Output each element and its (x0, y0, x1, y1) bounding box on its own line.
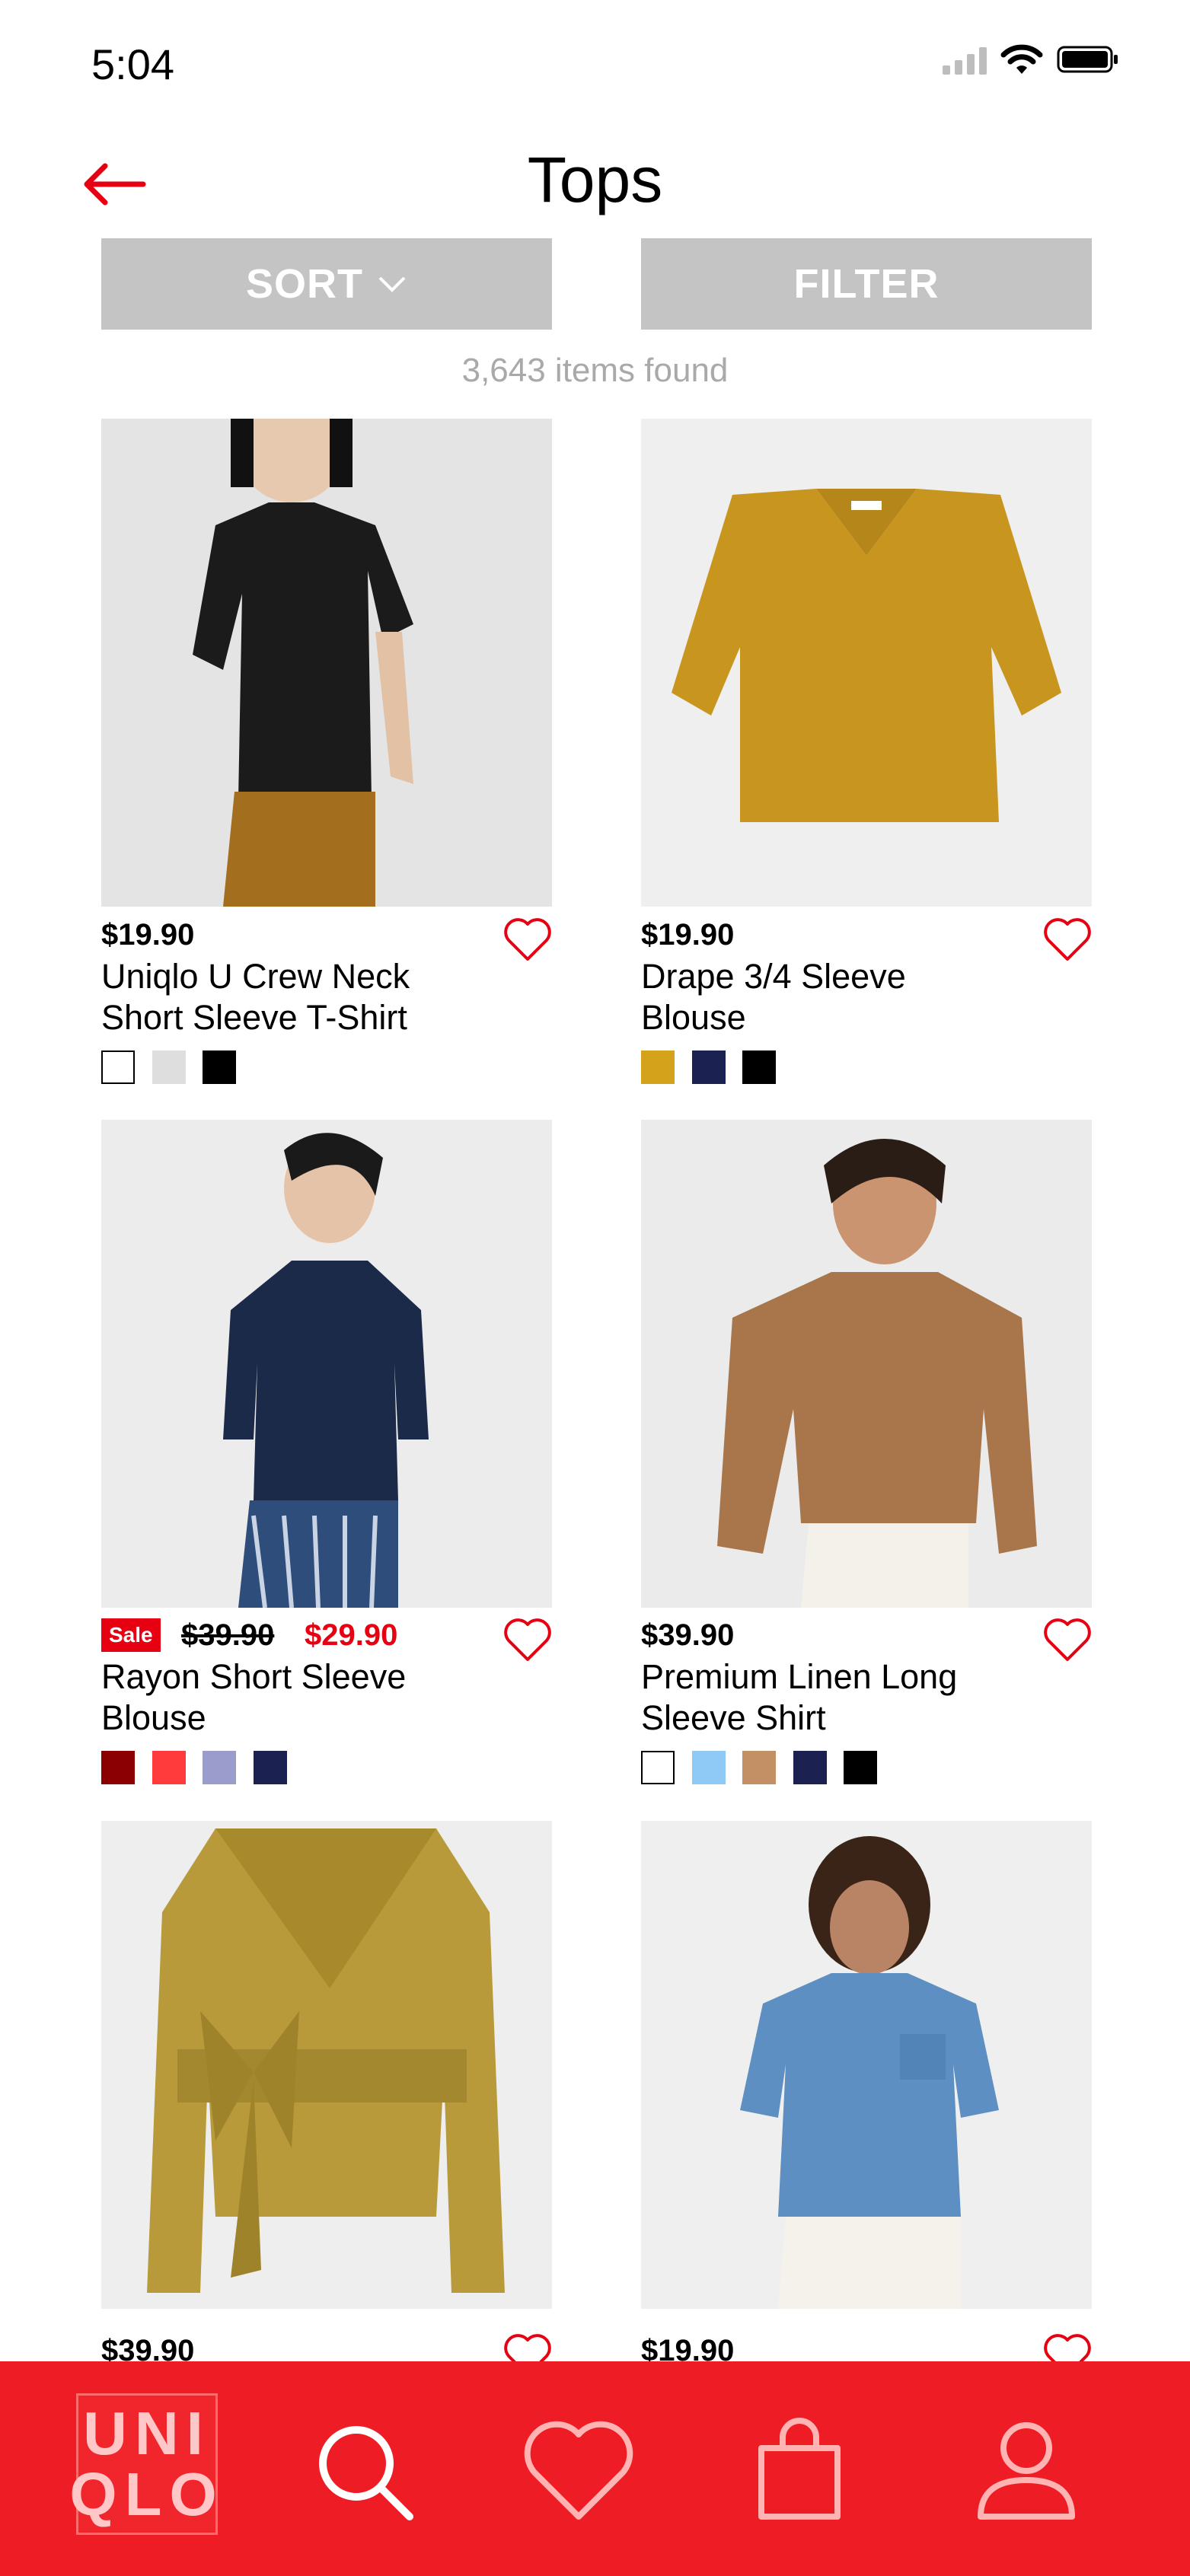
profile-icon[interactable] (965, 2410, 1087, 2532)
product-photo-linen-shirt (641, 1120, 1092, 1608)
color-swatch[interactable] (152, 1751, 186, 1784)
product-image[interactable] (641, 419, 1092, 907)
product-image[interactable] (101, 1120, 552, 1608)
product-photo-blouse (641, 419, 1092, 907)
product-photo-blue-tshirt (641, 1821, 1092, 2309)
color-swatch[interactable] (641, 1751, 675, 1784)
product-name-line: Blouse (641, 998, 746, 1037)
product-image[interactable] (101, 419, 552, 907)
battery-icon (1057, 46, 1118, 73)
sale-price: $29.90 (305, 1618, 398, 1652)
product-price: $39.90 (641, 1618, 735, 1652)
status-time: 5:04 (91, 40, 174, 88)
page-title: Tops (527, 144, 663, 215)
product-name[interactable]: Premium Linen Long Sleeve Shirt (641, 1656, 1067, 1739)
product-name-line: Short Sleeve T-Shirt (101, 998, 407, 1037)
product-photo-tshirt (101, 419, 552, 907)
color-swatch[interactable] (844, 1751, 877, 1784)
color-swatch[interactable] (254, 1751, 287, 1784)
product-name-line: Sleeve Shirt (641, 1698, 826, 1737)
sort-button[interactable]: SORT (101, 238, 552, 330)
product-name-line: Premium Linen Long (641, 1657, 958, 1696)
product-name-line: Rayon Short Sleeve (101, 1657, 407, 1696)
sort-label: SORT (245, 261, 363, 307)
product-price: $19.90 (641, 918, 735, 952)
color-swatch[interactable] (203, 1050, 236, 1084)
color-swatch[interactable] (742, 1751, 776, 1784)
product-price: $19.90 (101, 918, 195, 952)
product-image[interactable] (641, 1821, 1092, 2309)
product-name-line: Uniqlo U Crew Neck (101, 957, 410, 996)
product-name[interactable]: Uniqlo U Crew Neck Short Sleeve T-Shirt (101, 956, 528, 1038)
color-swatch[interactable] (203, 1751, 236, 1784)
heart-icon[interactable] (502, 917, 553, 962)
product-image[interactable] (641, 1120, 1092, 1608)
filter-button[interactable]: FILTER (641, 238, 1092, 330)
signal-icon (943, 47, 987, 75)
product-photo-rayon-blouse (101, 1120, 552, 1608)
product-name-line: Blouse (101, 1698, 206, 1737)
heart-icon[interactable] (502, 1617, 553, 1663)
logo-text: UNI (83, 2399, 211, 2467)
product-photo-wrap-top (101, 1821, 552, 2309)
chevron-down-icon (378, 276, 406, 292)
original-price: $39.90 (181, 1618, 275, 1652)
heart-icon[interactable] (1042, 1617, 1093, 1663)
uniqlo-logo-tab[interactable]: UNI QLO (69, 2393, 218, 2535)
heart-icon[interactable] (518, 2410, 640, 2532)
product-image[interactable] (101, 1821, 552, 2309)
product-name-line: Drape 3/4 Sleeve (641, 957, 906, 996)
sale-badge: Sale (101, 1618, 161, 1652)
color-swatch[interactable] (692, 1751, 726, 1784)
product-name[interactable]: Rayon Short Sleeve Blouse (101, 1656, 528, 1739)
color-swatch[interactable] (101, 1751, 135, 1784)
heart-icon[interactable] (1042, 917, 1093, 962)
items-found-count: 3,643 items found (461, 352, 729, 389)
color-swatch[interactable] (641, 1050, 675, 1084)
color-swatch[interactable] (742, 1050, 776, 1084)
bag-icon[interactable] (739, 2410, 860, 2532)
logo-text: QLO (69, 2460, 225, 2528)
search-icon[interactable] (303, 2410, 425, 2532)
product-name[interactable]: Drape 3/4 Sleeve Blouse (641, 956, 1067, 1038)
wifi-icon (1000, 44, 1043, 74)
color-swatch[interactable] (692, 1050, 726, 1084)
color-swatch[interactable] (793, 1751, 827, 1784)
filter-label: FILTER (793, 261, 940, 307)
color-swatch[interactable] (101, 1050, 135, 1084)
color-swatch[interactable] (152, 1050, 186, 1084)
